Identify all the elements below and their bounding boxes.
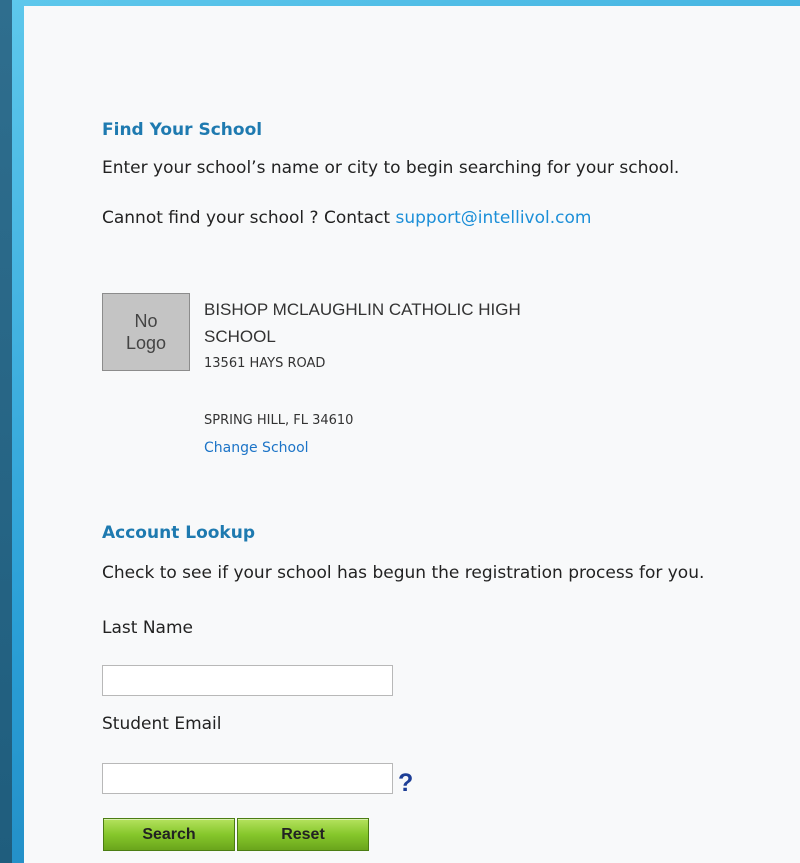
cannot-find-label: Cannot find your school ? Contact <box>102 208 396 228</box>
school-logo-placeholder: No Logo <box>102 293 190 371</box>
change-school-link[interactable]: Change School <box>204 440 309 456</box>
student-email-input[interactable] <box>102 763 393 794</box>
cannot-find-text: Cannot find your school ? Contact suppor… <box>102 208 591 228</box>
find-school-instructions: Enter your school’s name or city to begi… <box>102 158 680 178</box>
window-edge <box>0 0 12 863</box>
account-lookup-heading: Account Lookup <box>102 523 256 543</box>
search-button[interactable]: Search <box>103 818 235 851</box>
logo-text-line2: Logo <box>125 333 167 353</box>
last-name-input[interactable] <box>102 665 393 696</box>
reset-button[interactable]: Reset <box>237 818 369 851</box>
find-school-heading: Find Your School <box>102 120 263 140</box>
student-email-label: Student Email <box>102 714 222 734</box>
logo-text-line1: No <box>134 311 158 331</box>
last-name-label: Last Name <box>102 618 193 638</box>
question-mark-icon[interactable]: ? <box>398 768 413 798</box>
school-address: 13561 HAYS ROAD <box>204 356 326 371</box>
support-email-link[interactable]: support@intellivol.com <box>396 208 592 228</box>
account-lookup-instructions: Check to see if your school has begun th… <box>102 563 705 583</box>
school-name: BISHOP MCLAUGHLIN CATHOLIC HIGH SCHOOL <box>204 300 521 346</box>
main-panel: Find Your School Enter your school’s nam… <box>24 6 800 863</box>
school-city-state-zip: SPRING HILL, FL 34610 <box>204 413 354 428</box>
